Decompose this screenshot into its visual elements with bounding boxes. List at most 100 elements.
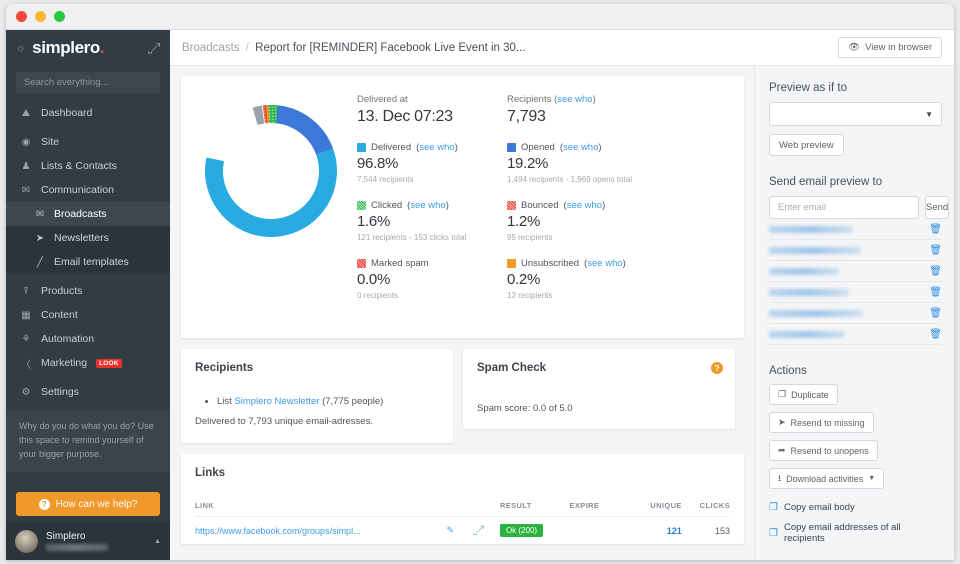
metric-see-who-wrap: (see who) (559, 142, 602, 153)
metric-name: Delivered (371, 142, 412, 153)
see-who-link[interactable]: see who (587, 258, 622, 269)
see-who-link[interactable]: see who (563, 142, 598, 153)
box-icon: ⍒ (23, 285, 29, 297)
recipients-card-title: Recipients (195, 362, 254, 374)
breadcrumb-parent[interactable]: Broadcasts (182, 42, 240, 54)
metric-marked-spam: Marked spam 0.0% 0 recipients (357, 258, 499, 300)
table-header-row: LINK RESULT EXPIRE UNIQUE CLICKS (195, 501, 730, 517)
col-result: RESULT (499, 501, 570, 517)
send-button[interactable]: Send (925, 196, 950, 219)
resend-missing-label: Resend to missing (790, 417, 865, 428)
chevron-up-icon: ▲ (154, 537, 161, 545)
email-address-redacted (769, 267, 839, 275)
sidebar-item-products[interactable]: ⍒ Products (6, 279, 170, 303)
metric-sub: 13 recipients (507, 291, 553, 300)
paper-plane-outline-icon: ➦ (778, 445, 786, 455)
avatar (15, 529, 38, 553)
link-url[interactable]: https://www.facebook.com/groups/simpl... (195, 526, 361, 536)
right-sidebar: Preview as if to ▼ Web preview Send emai… (754, 66, 954, 560)
copy-email-body-label: Copy email body (783, 502, 855, 513)
list-name-link[interactable]: Simplero Newsletter (234, 396, 319, 407)
sidebar-item-label: Dashboard (41, 107, 93, 119)
sidebar-item-dashboard[interactable]: ⛰ Dashboard (6, 101, 170, 125)
metric-sub: 7,544 recipients (357, 175, 414, 184)
list-count: (7,775 people) (322, 396, 384, 407)
trash-icon[interactable]: 🗑 (929, 266, 942, 277)
trash-icon[interactable]: 🗑 (929, 224, 942, 235)
send-email-preview-label: Send email preview to (769, 176, 883, 188)
sidebar-item-communication[interactable]: ✉ Communication (6, 178, 170, 202)
external-link-icon[interactable]: ⎵↗ (473, 525, 484, 535)
sidebar-item-broadcasts[interactable]: ✉ Broadcasts (6, 202, 170, 226)
copy-email-body-link[interactable]: ❐ Copy email body (769, 502, 942, 513)
user-account-row[interactable]: Simplero ▲ (6, 522, 170, 560)
sidebar-item-site[interactable]: ◉ Site (6, 130, 170, 154)
metric-label: Marked spam (357, 258, 499, 269)
duplicate-button[interactable]: ❐ Duplicate (769, 384, 838, 405)
help-icon[interactable]: ? (711, 362, 723, 374)
sidebar-item-lists-contacts[interactable]: ♟ Lists & Contacts (6, 154, 170, 178)
minimize-button[interactable] (35, 11, 46, 22)
swatch-clicked (357, 201, 366, 210)
copy-all-recipients-link[interactable]: ❐ Copy email addresses of all recipients (769, 522, 942, 544)
metric-see-who-wrap: (see who) (563, 200, 606, 211)
sidebar-item-automation[interactable]: ⚘ Automation (6, 327, 170, 351)
sidebar-item-newsletters[interactable]: ➤ Newsletters (6, 226, 170, 250)
preview-as-if-to-select[interactable]: ▼ (769, 102, 942, 126)
status-badge: Ok (200) (499, 524, 544, 537)
see-who-link[interactable]: see who (557, 94, 592, 105)
trash-icon[interactable]: 🗑 (929, 287, 942, 298)
email-input[interactable] (769, 196, 919, 219)
email-address-redacted (769, 309, 863, 317)
sidebar-item-marketing[interactable]: 〈 Marketing LOOK (6, 351, 170, 375)
cell-unique: 121 (666, 525, 682, 536)
metric-see-who-wrap: (see who) (416, 142, 458, 153)
question-mark-icon: ? (38, 498, 50, 510)
close-button[interactable] (16, 11, 27, 22)
resend-to-missing-button[interactable]: ➤ Resend to missing (769, 412, 874, 433)
search-input[interactable] (16, 72, 160, 93)
see-who-link[interactable]: see who (410, 200, 445, 211)
mid-row: Recipients List Simplero Newsletter (7,7… (181, 349, 744, 443)
sidebar-subnav-communication: ✉ Broadcasts ➤ Newsletters ╱ Email templ… (6, 202, 170, 274)
trash-icon[interactable]: 🗑 (929, 245, 942, 256)
stats-column-left: Delivered at 13. Dec 07:23 Delivered (se… (357, 94, 507, 338)
web-preview-button[interactable]: Web preview (769, 134, 844, 156)
download-activities-button[interactable]: ⭳ Download activities ▼ (769, 468, 885, 489)
trash-icon[interactable]: 🗑 (929, 329, 942, 340)
recipients-footer: Delivered to 7,793 unique email-adresses… (195, 416, 373, 427)
resend-to-unopens-button[interactable]: ➦ Resend to unopens (769, 440, 878, 461)
sidebar-item-content[interactable]: ▦ Content (6, 303, 170, 327)
envelope-icon: ✉ (35, 208, 45, 220)
copy-all-recipients-label: Copy email addresses of all recipients (783, 522, 901, 544)
sidebar-item-settings[interactable]: ⚙ Settings (6, 380, 170, 404)
globe-icon: ◉ (21, 136, 31, 148)
metric-see-who-wrap: (see who) (407, 200, 449, 211)
sidebar-item-email-templates[interactable]: ╱ Email templates (6, 250, 170, 274)
film-icon: ▦ (21, 309, 31, 321)
recipients-label: Recipients (see who) (507, 94, 736, 105)
sidebar-item-label: Communication (41, 184, 114, 196)
maximize-button[interactable] (54, 11, 65, 22)
sidebar-item-label: Products (41, 285, 83, 297)
col-edit (446, 501, 474, 517)
sidebar-item-label: Content (41, 309, 78, 321)
see-who-link[interactable]: see who (567, 200, 602, 211)
trash-icon[interactable]: 🗑 (929, 308, 942, 319)
links-card-title: Links (195, 467, 226, 479)
view-in-browser-button[interactable]: 👁 View in browser (838, 37, 942, 58)
pencil-icon[interactable]: ✎ (446, 525, 454, 535)
how-can-we-help-button[interactable]: ? How can we help? (16, 492, 160, 516)
external-link-icon[interactable]: ⎵↗ (148, 43, 160, 54)
list-item: 🗑 (769, 219, 942, 240)
email-address-redacted (769, 288, 849, 296)
list-item: 🗑 (769, 282, 942, 303)
see-who-link[interactable]: see who (419, 142, 454, 153)
brand-logo[interactable]: simplero. (32, 38, 141, 58)
lightbulb-icon: ☼ (16, 42, 26, 54)
metric-value: 96.8% (357, 155, 399, 172)
donut-chart-wrap (185, 90, 357, 338)
megaphone-icon: 〈 (21, 359, 31, 371)
metric-unsubscribed: Unsubscribed (see who) 0.2% 13 recipient… (507, 258, 736, 300)
look-badge: LOOK (96, 358, 122, 368)
